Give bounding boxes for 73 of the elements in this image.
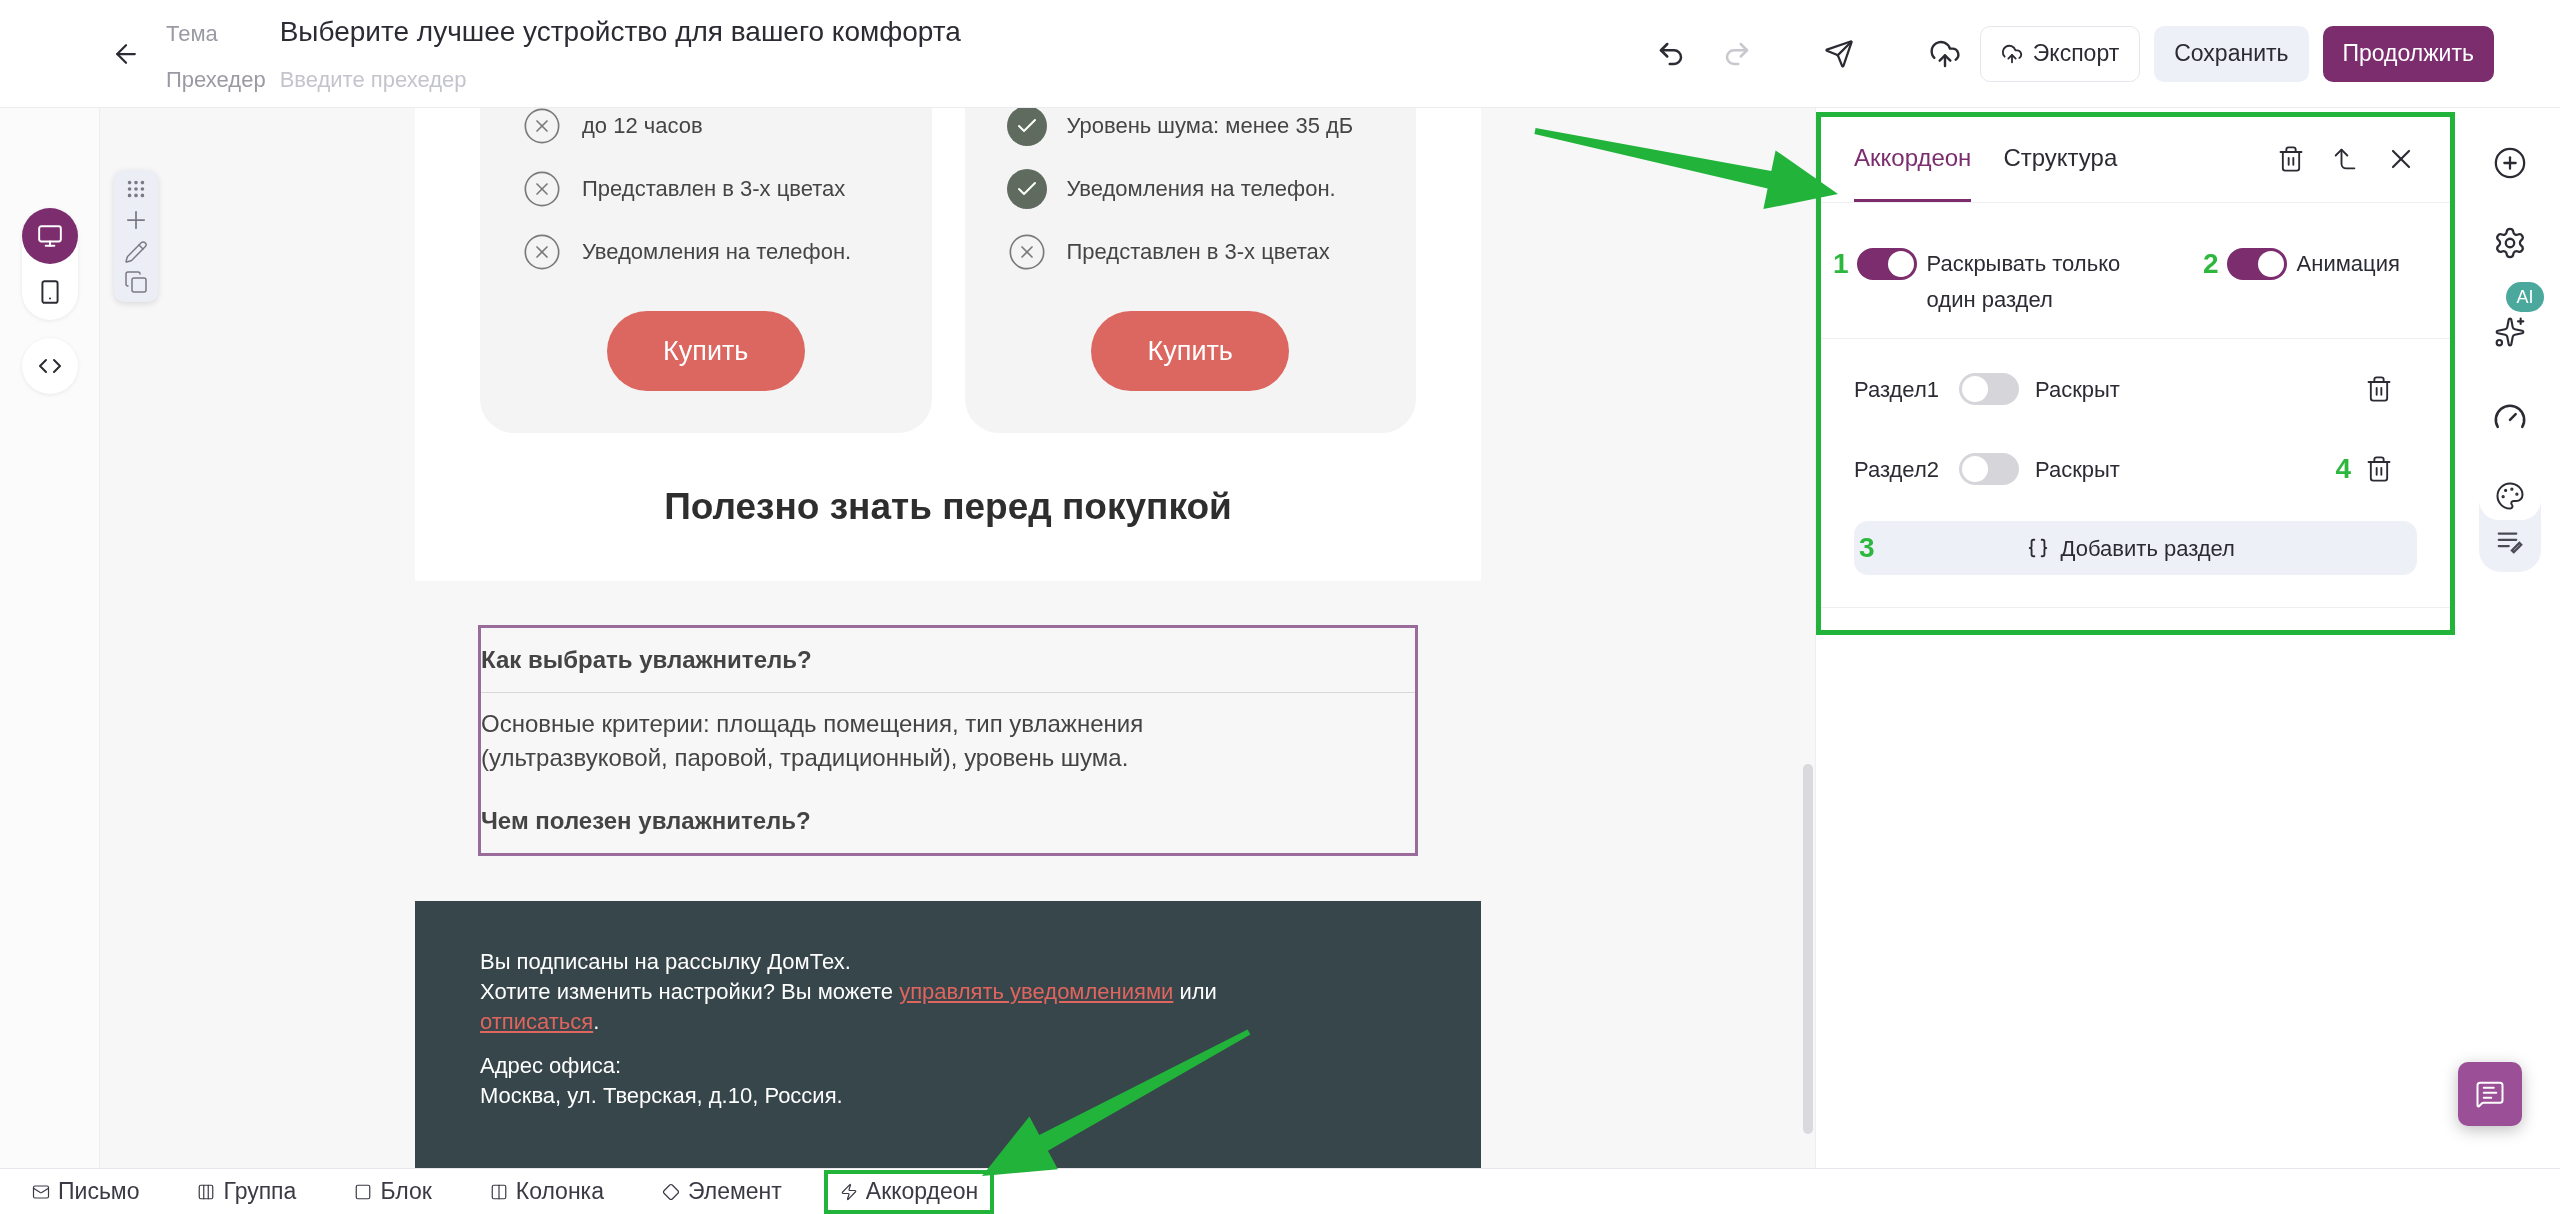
expanded-label: Раскрыт xyxy=(2035,455,2120,484)
toggle-switch[interactable] xyxy=(2226,248,2287,280)
add-section-button[interactable]: Добавить раздел xyxy=(1874,521,2417,575)
feature-text: до 12 часов xyxy=(582,112,703,140)
breadcrumb-item[interactable]: Элемент xyxy=(645,1169,798,1214)
breadcrumb-item[interactable]: Письмо xyxy=(16,1169,156,1214)
toggle-switch[interactable] xyxy=(1856,248,1917,280)
breadcrumb-item[interactable]: Группа xyxy=(181,1169,313,1214)
braces-icon xyxy=(2026,537,2049,559)
toggle-switch[interactable] xyxy=(1959,453,2019,485)
trash-icon xyxy=(2277,145,2305,173)
feature-text: Уведомления на телефон. xyxy=(582,238,852,266)
preheader-field[interactable]: Введите прехедер xyxy=(279,63,680,96)
pencil-icon xyxy=(124,240,148,264)
export-button[interactable]: Экспорт xyxy=(1979,25,2141,82)
breadcrumb-item[interactable]: Аккордеон xyxy=(823,1169,995,1214)
address-label: Адрес офиса: xyxy=(480,1051,623,1080)
subscription-text: Вы подписаны на рассылку ДомТех. xyxy=(480,947,852,976)
edit-button[interactable] xyxy=(124,240,148,264)
feature-text: Уровень шума: менее 35 дБ xyxy=(1066,112,1354,140)
panel-tab[interactable]: Аккордеон xyxy=(1854,116,1972,202)
ai-badge: AI xyxy=(2506,282,2544,312)
element-crumb-icon xyxy=(661,1182,680,1201)
settings-text: Хотите изменить настройки? Вы можете управлять уведомлениями или отписаться. xyxy=(480,977,1218,1036)
breadcrumb-item[interactable]: Блок xyxy=(338,1169,448,1214)
trash-icon xyxy=(2365,455,2393,483)
accordion-title[interactable]: Как выбрать увлажнитель? xyxy=(481,628,1415,694)
address-text: Москва, ул. Тверская, д.10, Россия. xyxy=(480,1081,844,1110)
feature-text: Представлен в 3-х цветах xyxy=(582,175,846,203)
toggle-switch[interactable] xyxy=(1959,373,2019,405)
expanded-label: Раскрыт xyxy=(2035,375,2120,404)
section-heading: Полезно знать перед покупкой xyxy=(664,485,1232,529)
trash-icon xyxy=(2365,375,2393,403)
block-crumb-icon xyxy=(354,1182,373,1201)
plus-circle-icon xyxy=(2493,146,2527,180)
copy-icon xyxy=(124,270,148,294)
chat-icon xyxy=(2475,1079,2505,1109)
annotation-number: 3 xyxy=(1859,534,1875,562)
option-label: Анимация xyxy=(2296,250,2400,278)
accordion-title[interactable]: Чем полезен увлажнитель? xyxy=(481,789,1415,854)
settings-icon xyxy=(2493,226,2527,260)
feature-text: Представлен в 3-х цветах xyxy=(1066,238,1330,266)
subject-label: Тема xyxy=(166,20,219,48)
column-crumb-icon xyxy=(489,1182,508,1201)
chat-button[interactable] xyxy=(2458,1062,2522,1126)
section-name: Раздел1 xyxy=(1854,375,1940,404)
drag-handle-icon[interactable] xyxy=(125,178,147,200)
palette-icon xyxy=(2495,481,2525,511)
delete-section-button[interactable] xyxy=(2365,455,2393,483)
annotation-number: 1 xyxy=(1833,250,1849,278)
monitor-icon xyxy=(36,223,63,249)
delete-section-button[interactable] xyxy=(2365,375,2393,403)
continue-button[interactable]: Продолжить xyxy=(2322,25,2494,82)
mail-crumb-icon xyxy=(32,1182,50,1201)
save-button[interactable]: Сохранить xyxy=(2154,25,2309,82)
feature-text: Уведомления на телефон. xyxy=(1066,175,1336,203)
accordion-body: Основные критерии: площадь помещения, тип увлажнения (ультразвуковой, паровой, традиционный), уровень шума. xyxy=(481,709,1145,774)
accordion-crumb-icon xyxy=(839,1182,858,1201)
code-button[interactable] xyxy=(21,338,78,394)
option-label: Раскрывать только один раздел xyxy=(1926,250,2122,314)
subject-title[interactable]: Выберите лучшее устройство для вашего комфорта xyxy=(279,11,961,53)
group-crumb-icon xyxy=(197,1182,216,1201)
breadcrumb-item[interactable]: Колонка xyxy=(473,1169,620,1214)
section-name: Раздел2 xyxy=(1854,455,1940,484)
duplicate-button[interactable] xyxy=(124,270,148,294)
cloud-icon xyxy=(2000,42,2023,65)
panel-tab[interactable]: Структура xyxy=(2003,116,2118,202)
annotation-number: 4 xyxy=(2335,455,2351,483)
annotation-number: 2 xyxy=(2203,250,2219,278)
send-icon xyxy=(1823,38,1854,69)
preheader-label: Прехедер xyxy=(166,66,266,94)
sparkles-icon xyxy=(2494,316,2526,348)
delete-button[interactable] xyxy=(2277,145,2305,173)
